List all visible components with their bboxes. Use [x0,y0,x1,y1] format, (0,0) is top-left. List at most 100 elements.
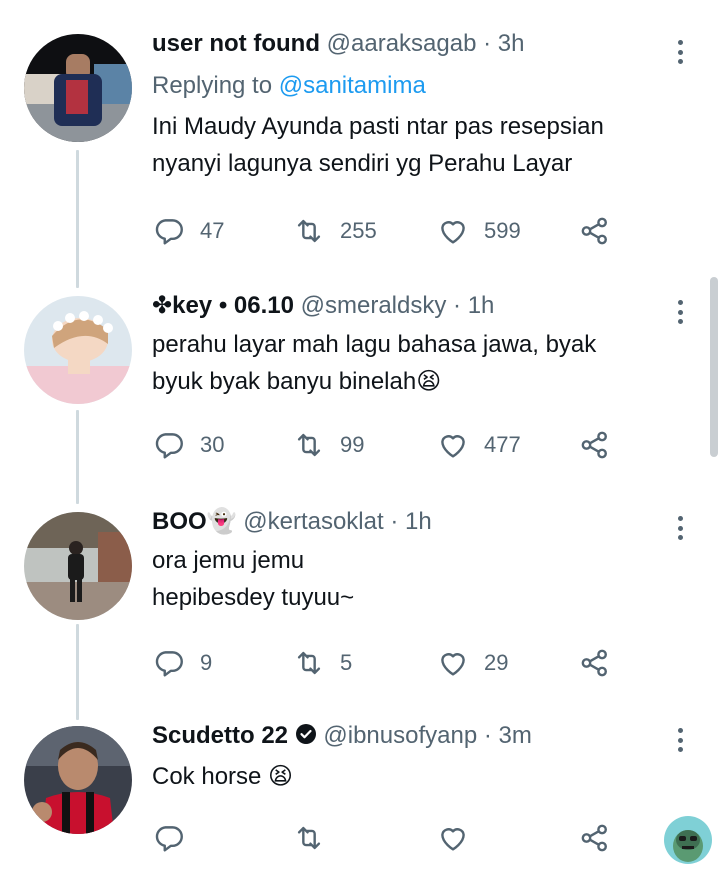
more-icon-dot [677,525,683,531]
share-icon [581,431,607,459]
retweet-icon [297,433,321,457]
more-options-button[interactable] [674,34,686,70]
more-icon [677,40,683,45]
like-button[interactable]: 477 [436,425,521,465]
like-count: 29 [484,650,509,675]
more-icon-dot [677,737,683,743]
more-options-button[interactable] [674,294,686,330]
tweet-header: user not found @aaraksagab · 3h [152,28,660,60]
timestamp[interactable]: 1h [405,508,432,535]
tweet-text: Cok horse 😫 [152,758,660,795]
separator: · [483,30,492,57]
account-avatar-button[interactable] [664,816,712,864]
more-options-button[interactable] [674,510,686,546]
reply-icon [155,219,183,245]
display-name[interactable]: Scudetto 22 [152,722,288,749]
more-icon-dot [677,309,683,315]
tweet-text-line: perahu layar mah lagu bahasa jawa, byak [152,331,597,358]
thread-line [76,624,79,720]
tweet-actions: 9 5 29 [152,643,632,683]
tweet-text-line: byuk byak banyu binelah😫 [152,368,442,395]
avatar[interactable] [24,726,132,834]
tweet-text-line: nyanyi lagunya sendiri yg Perahu Layar [152,150,573,177]
reply-icon [155,826,183,852]
tweet-header: ✤key • 06.10 @smeraldsky · 1h [152,290,660,322]
reply-icon [155,433,183,459]
display-name[interactable]: BOO👻 [152,508,237,535]
share-button[interactable] [578,643,612,683]
replying-handle-link[interactable]: @sanitamima [279,72,426,99]
avatar[interactable] [24,512,132,620]
retweet-button[interactable]: 255 [292,211,377,251]
tweet-actions: 47 255 599 [152,211,632,251]
tweet-actions [152,818,632,858]
reply-count: 30 [200,432,225,457]
share-button[interactable] [578,211,612,251]
thread-line [76,150,79,288]
tweet-text-line: Ini Maudy Ayunda pasti ntar pas resepsia… [152,113,604,140]
user-handle[interactable]: @ibnusofyanp [323,722,477,749]
retweet-count: 255 [340,218,377,243]
reply-count: 9 [200,650,213,675]
user-handle[interactable]: @smeraldsky [301,292,447,319]
user-handle[interactable]: @aaraksagab [327,30,477,57]
tweet-actions: 30 99 477 [152,425,632,465]
scrollbar-thumb[interactable] [710,277,718,457]
more-icon-dot [677,59,683,64]
timestamp[interactable]: 1h [468,292,495,319]
more-options-button[interactable] [674,722,686,758]
user-handle[interactable]: @kertasoklat [243,508,383,535]
reply-button[interactable]: 47 [152,211,224,251]
share-button[interactable] [578,818,612,858]
more-icon-dot [677,747,683,752]
more-icon-dot [677,319,683,324]
verified-badge-icon [295,722,317,754]
reply-count: 47 [200,218,225,243]
retweet-count: 5 [340,650,353,675]
separator: · [483,722,492,749]
like-count: 599 [484,218,521,243]
like-button[interactable] [436,818,484,858]
replying-prefix: Replying to [152,72,273,99]
more-icon [677,300,683,305]
heart-icon [441,221,465,244]
tweet-text: perahu layar mah lagu bahasa jawa, byak … [152,326,660,400]
heart-icon [441,435,465,458]
avatar[interactable] [24,34,132,142]
like-button[interactable]: 29 [436,643,508,683]
heart-icon [441,828,465,851]
retweet-icon [297,219,321,243]
retweet-icon [297,826,321,850]
timestamp[interactable]: 3m [499,722,532,749]
reply-button[interactable] [152,818,200,858]
display-name[interactable]: ✤key • 06.10 [152,292,294,319]
separator: · [390,508,399,535]
share-icon [581,649,607,677]
more-icon [677,728,683,733]
retweet-icon [297,651,321,675]
retweet-button[interactable]: 5 [292,643,352,683]
display-name[interactable]: user not found [152,30,320,57]
thread-line [76,410,79,504]
tweet-text-line: hepibesdey tuyuu~ [152,584,355,611]
replying-to: Replying to @sanitamima [152,70,660,102]
more-icon-dot [677,535,683,540]
like-button[interactable]: 599 [436,211,521,251]
reply-button[interactable]: 9 [152,643,212,683]
share-icon [581,217,607,245]
tweet-text: ora jemu jemu hepibesdey tuyuu~ [152,542,660,616]
tweet-text: Ini Maudy Ayunda pasti ntar pas resepsia… [152,108,660,182]
retweet-button[interactable] [292,818,340,858]
retweet-button[interactable]: 99 [292,425,364,465]
timestamp[interactable]: 3h [498,30,525,57]
share-icon [581,824,607,852]
heart-icon [441,653,465,676]
like-count: 477 [484,432,521,457]
avatar[interactable] [24,296,132,404]
share-button[interactable] [578,425,612,465]
reply-button[interactable]: 30 [152,425,224,465]
tweet-header: BOO👻 @kertasoklat · 1h [152,506,660,538]
reply-icon [155,651,183,677]
tweet-text-line: Cok horse 😫 [152,763,294,790]
tweet-text-line: ora jemu jemu [152,547,305,574]
